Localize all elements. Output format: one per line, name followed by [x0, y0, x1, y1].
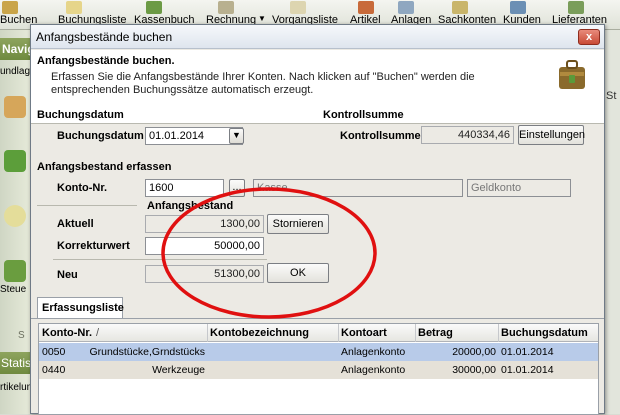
invoice-icon — [218, 1, 234, 14]
neu-field: 51300,00 — [145, 265, 264, 283]
column-divider[interactable] — [207, 324, 208, 342]
column-header-betrag[interactable]: Betrag — [418, 327, 453, 339]
konto-label: Konto-Nr. — [57, 182, 108, 194]
kontrollsumme-group-title: Kontrollsumme — [323, 109, 404, 121]
cell-kontoart: Anlagenkonto — [341, 346, 406, 358]
anfangsbestaende-dialog: Anfangsbestände buchen x Anfangsbestände… — [30, 24, 605, 415]
accounts-icon — [452, 1, 468, 14]
grid-header: Konto-Nr. / Kontobezeichnung Kontoart Be… — [39, 324, 598, 342]
table-row[interactable]: 0050 Grundstücke,Grndstücks Anlagenkonto… — [39, 343, 598, 361]
table-row[interactable]: 0440 Werkzeuge Anlagenkonto 30000,00 01.… — [39, 361, 598, 379]
cell-bezeichnung: Werkzeuge — [152, 364, 205, 376]
sidebar-item-artikelumsatz[interactable]: rtikelum — [0, 382, 30, 393]
cell-buchungsdatum: 01.01.2014 — [501, 364, 554, 376]
header-title: Anfangsbestände buchen. — [37, 55, 175, 67]
statistics-header[interactable]: Statis — [0, 352, 30, 374]
neu-label: Neu — [57, 269, 78, 281]
separator — [53, 259, 267, 260]
konto-type: Geldkonto — [471, 182, 522, 194]
cash-icon[interactable] — [4, 260, 26, 282]
korrekturwert-label: Korrekturwert — [57, 240, 130, 252]
column-header-kontobezeichnung[interactable]: Kontobezeichnung — [210, 327, 309, 339]
column-header-buchungsdatum[interactable]: Buchungsdatum — [501, 327, 588, 339]
column-divider[interactable] — [415, 324, 416, 342]
kontrollsumme-value: 440334,46 — [458, 129, 510, 141]
dialog-titlebar[interactable]: Anfangsbestände buchen x — [31, 25, 604, 49]
tab-underline — [31, 318, 604, 319]
erfassen-group-title: Anfangsbestand erfassen — [37, 161, 172, 173]
article-icon — [358, 1, 374, 14]
document-icon — [290, 1, 306, 14]
suppliers-icon — [568, 1, 584, 14]
aktuell-label: Aktuell — [57, 218, 94, 230]
buchungsdatum-value: 01.01.2014 — [149, 130, 205, 142]
background-scroll-area — [604, 30, 620, 414]
konto-lookup-button[interactable]: ... — [229, 179, 245, 197]
ok-button[interactable]: OK — [267, 263, 329, 283]
person-icon[interactable] — [4, 96, 26, 118]
customers-icon — [510, 1, 526, 14]
column-header-konto[interactable]: Konto-Nr. — [42, 327, 92, 339]
konto-input[interactable]: 1600 — [145, 179, 224, 197]
kontrollsumme-field: 440334,46 — [421, 126, 514, 144]
book-icon — [2, 1, 18, 14]
sidebar-item-grundlage[interactable]: undlage — [0, 66, 30, 77]
neu-value: 51300,00 — [214, 268, 260, 280]
cell-betrag: 30000,00 — [452, 364, 496, 376]
cashbook-icon — [146, 1, 162, 14]
chevron-down-icon: ▼ — [232, 130, 241, 140]
cell-konto: 0440 — [42, 364, 66, 376]
erfassungsliste-grid[interactable]: Konto-Nr. / Kontobezeichnung Kontoart Be… — [38, 323, 599, 415]
kontrollsumme-label: Kontrollsumme — [340, 130, 421, 142]
truck-icon[interactable] — [4, 150, 26, 172]
date-dropdown-button[interactable]: ▼ — [229, 128, 244, 144]
cell-konto: 0050 — [42, 346, 66, 358]
buchungsdatum-label: Buchungsdatum — [57, 130, 144, 142]
close-icon: x — [585, 31, 593, 43]
korrekturwert-input[interactable]: 50000,00 — [145, 237, 264, 255]
briefcase-icon — [559, 60, 585, 89]
aktuell-field: 1300,00 — [145, 215, 264, 233]
konto-name: Kasse — [257, 182, 288, 194]
sidebar-item-steuer[interactable]: Steue — [0, 284, 30, 295]
buchungsdatum-group-title: Buchungsdatum — [37, 109, 124, 121]
chevron-down-icon[interactable]: ▼ — [258, 14, 266, 23]
column-divider[interactable] — [498, 324, 499, 342]
close-button[interactable]: x — [578, 29, 600, 45]
cell-bezeichnung: Grundstücke,Grndstücks — [89, 346, 205, 358]
konto-value: 1600 — [149, 182, 174, 194]
background-fragment: St — [606, 90, 617, 102]
euro-icon[interactable] — [4, 205, 26, 227]
cell-buchungsdatum: 01.01.2014 — [501, 346, 554, 358]
einstellungen-button[interactable]: Einstellungen — [518, 125, 585, 145]
separator — [37, 205, 137, 206]
assets-icon — [398, 1, 414, 14]
column-divider[interactable] — [338, 324, 339, 342]
navigation-header[interactable]: Navig — [0, 38, 30, 60]
tab-erfassungsliste[interactable]: Erfassungsliste — [37, 297, 124, 319]
cell-kontoart: Anlagenkonto — [341, 364, 406, 376]
konto-type-field: Geldkonto — [467, 179, 571, 197]
sort-indicator-icon: / — [96, 327, 100, 339]
cell-betrag: 20000,00 — [452, 346, 496, 358]
column-header-kontoart[interactable]: Kontoart — [341, 327, 387, 339]
aktuell-value: 1300,00 — [220, 218, 260, 230]
dialog-title: Anfangsbestände buchen — [36, 30, 173, 44]
korrekturwert-value: 50000,00 — [214, 240, 260, 252]
anfangsbestand-label: Anfangsbestand — [147, 200, 234, 212]
stornieren-button[interactable]: Stornieren — [267, 214, 329, 234]
header-description: Erfassen Sie die Anfangsbestände Ihrer K… — [51, 71, 475, 96]
konto-name-field: Kasse — [253, 179, 463, 197]
list-icon — [66, 1, 82, 14]
